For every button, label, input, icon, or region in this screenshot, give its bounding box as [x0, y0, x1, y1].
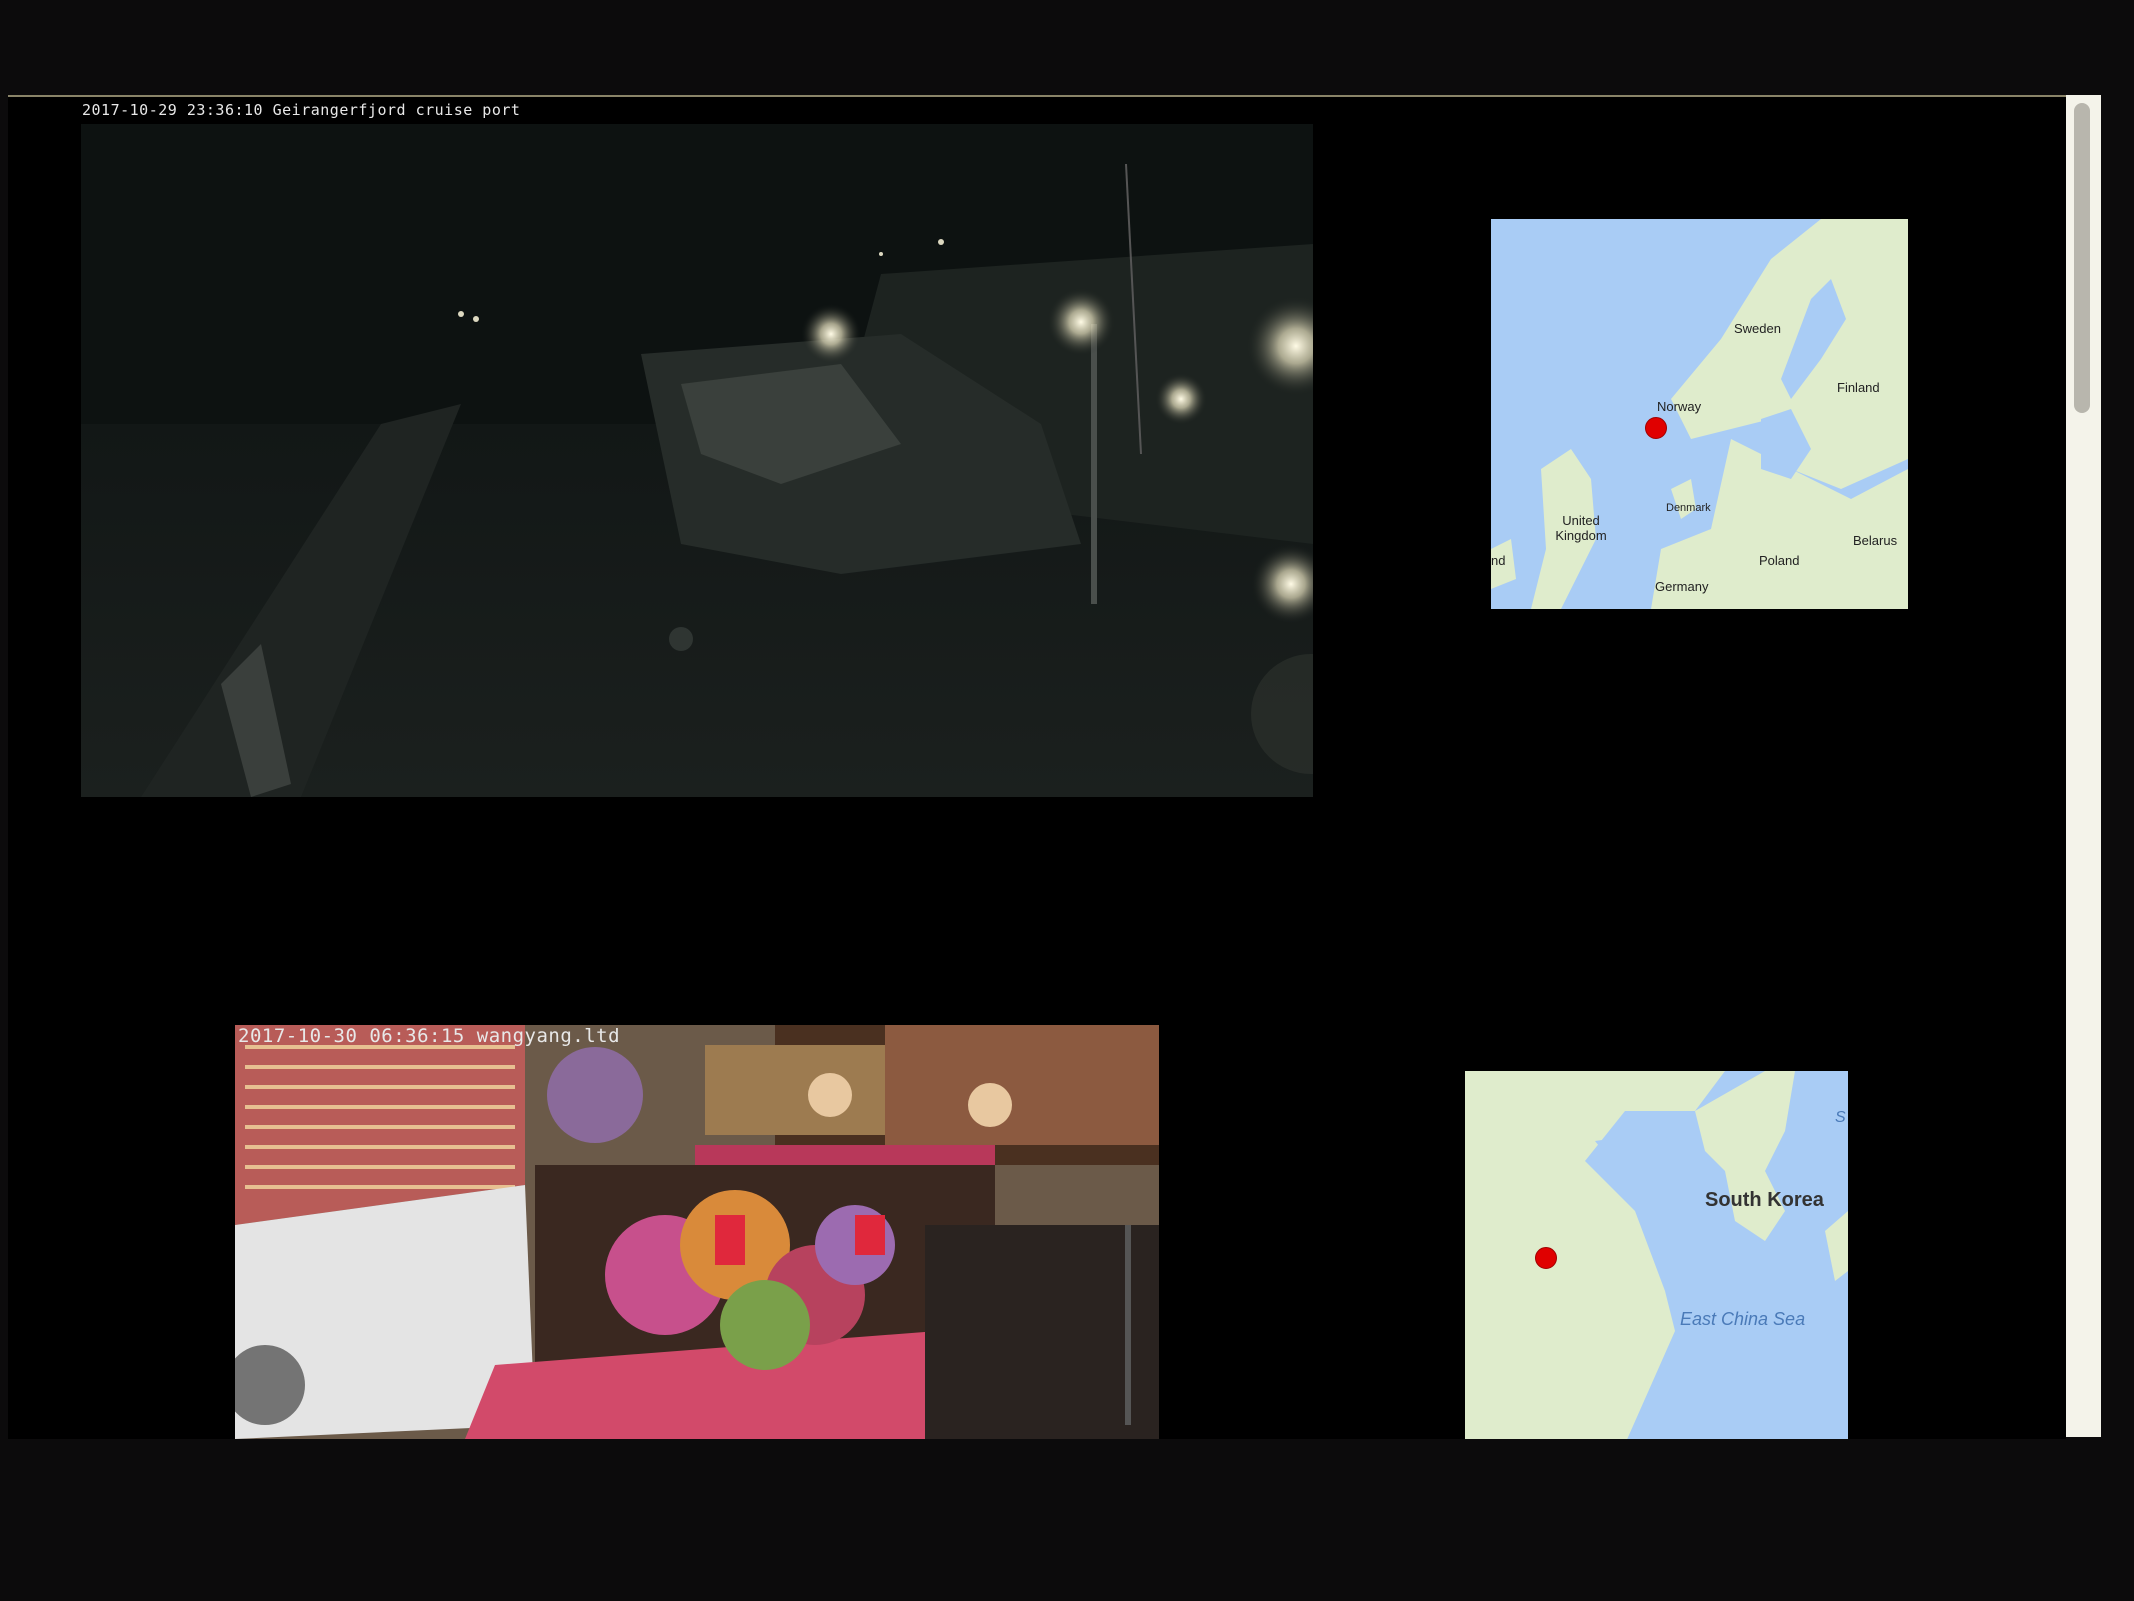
location-map-east-asia[interactable]: South Korea East China Sea S [1465, 1071, 1848, 1439]
map-label-norway: Norway [1657, 399, 1702, 414]
camera-timestamp: 2017-10-30 06:36:15 wangyang.ltd [238, 1025, 621, 1047]
webcam-image-altar[interactable] [235, 1025, 1159, 1439]
page-canvas: 2017-10-29 23:36:10 Geirangerfjord cruis… [8, 95, 2066, 1439]
vertical-scrollbar[interactable] [2066, 95, 2101, 1437]
map-label-finland: Finland [1837, 380, 1880, 395]
map-label-poland: Poland [1759, 553, 1800, 568]
map-label-fragment: nd [1491, 553, 1506, 568]
map-label-denmark: Denmark [1666, 502, 1711, 514]
location-pin-icon [1535, 1247, 1557, 1269]
map-label-sea-fragment: S [1835, 1109, 1846, 1126]
map-label-sweden: Sweden [1734, 321, 1781, 336]
map-label-united-kingdom: United Kingdom [1555, 513, 1607, 543]
webcam-image-harbor[interactable] [81, 124, 1313, 797]
map-label-germany: Germany [1655, 579, 1709, 594]
map-label-belarus: Belarus [1853, 533, 1898, 548]
scrollbar-thumb[interactable] [2074, 103, 2090, 413]
location-pin-icon [1645, 417, 1667, 439]
location-map-scandinavia[interactable]: Sweden Finland Norway United Kingdom Den… [1491, 219, 1908, 609]
map-label-east-china-sea: East China Sea [1680, 1309, 1806, 1329]
camera-timestamp: 2017-10-29 23:36:10 Geirangerfjord cruis… [82, 101, 521, 119]
map-label-south-korea: South Korea [1705, 1189, 1824, 1211]
